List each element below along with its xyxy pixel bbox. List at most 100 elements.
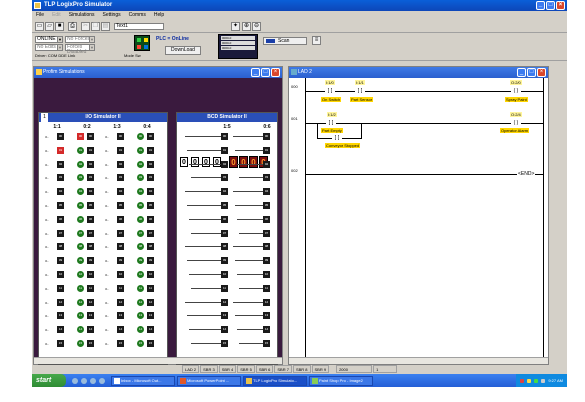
task-logixpro[interactable]: TLP LogixPro Simulato...	[243, 375, 307, 386]
input-toggle-switch[interactable]: o-	[45, 203, 52, 209]
input-toggle-switch[interactable]: o-	[45, 134, 52, 140]
bcd-input-lamp[interactable]: 09	[221, 257, 228, 265]
ladder-maximize-button[interactable]: □	[527, 68, 536, 77]
tab-sbr6[interactable]: SBR 6	[255, 365, 274, 373]
input-toggle-switch[interactable]: o-	[105, 203, 112, 209]
bcd-input-lamp[interactable]: 03	[221, 174, 228, 182]
plc-mode-switch-icon[interactable]	[134, 35, 150, 51]
forces-disabled-select[interactable]: Forces Disabled ▼	[65, 44, 95, 55]
zoom-in-icon[interactable]: ⊕	[242, 22, 251, 31]
save-icon[interactable]: ■	[55, 22, 64, 31]
desktop-icon[interactable]	[90, 377, 96, 384]
input-toggle-switch[interactable]: o-	[45, 272, 52, 278]
bcd-input-lamp[interactable]: 14	[221, 326, 228, 334]
new-file-icon[interactable]: ▭	[35, 22, 44, 31]
bcd-input-lamp[interactable]: 12	[221, 298, 228, 306]
tab-sbr5[interactable]: SBR 5	[237, 365, 255, 373]
start-button[interactable]: start	[32, 374, 66, 387]
outlook-icon[interactable]	[81, 377, 87, 384]
menu-edit[interactable]: Edit	[52, 11, 61, 19]
profim-maximize-button[interactable]: □	[261, 68, 270, 77]
input-toggle-switch[interactable]: o-	[105, 272, 112, 278]
input-toggle-switch[interactable]: o-	[45, 341, 52, 347]
input-toggle-switch[interactable]: o-	[105, 341, 112, 347]
xic-contact[interactable]: ] [	[325, 88, 335, 94]
copy-icon[interactable]: ❐	[91, 22, 100, 31]
input-toggle-switch[interactable]: o-	[45, 217, 52, 223]
paste-icon[interactable]: ▤	[101, 22, 110, 31]
bcd-input-lamp[interactable]: 15	[221, 340, 228, 347]
task-outlook[interactable]: Inbox - Microsoft Out...	[111, 375, 175, 386]
menu-simulations[interactable]: Simulations	[69, 11, 95, 19]
tab-sbr4[interactable]: SBR 4	[218, 365, 237, 373]
menu-file[interactable]: File	[36, 11, 44, 19]
menu-help[interactable]: Help	[154, 11, 164, 19]
input-toggle-switch[interactable]: o-	[105, 313, 112, 319]
profim-minimize-button[interactable]: _	[251, 68, 260, 77]
bcd-input-lamp[interactable]: 06	[221, 215, 228, 223]
ote-coil[interactable]: ( )	[511, 88, 521, 94]
ladder-minimize-button[interactable]: _	[517, 68, 526, 77]
input-toggle-switch[interactable]: o-	[105, 175, 112, 181]
media-icon[interactable]	[99, 377, 105, 384]
input-toggle-switch[interactable]: o-	[105, 162, 112, 168]
ote-coil[interactable]: ( )	[511, 120, 521, 126]
bcd-input-lamp[interactable]: 07	[221, 229, 228, 237]
input-toggle-switch[interactable]: o-	[105, 231, 112, 237]
input-toggle-switch[interactable]: o-	[105, 134, 112, 140]
bcd-input-digit[interactable]: 0	[191, 157, 199, 167]
input-toggle-switch[interactable]: o-	[45, 313, 52, 319]
bcd-input-lamp[interactable]: 13	[221, 312, 228, 320]
scan-control[interactable]: Scan	[263, 37, 307, 45]
task-paintshop[interactable]: Paint Shop Pro - Image2	[309, 375, 373, 386]
input-toggle-switch[interactable]: o-	[45, 286, 52, 292]
input-toggle-switch[interactable]: o-	[105, 258, 112, 264]
bcd-input-lamp[interactable]: 02	[221, 160, 228, 168]
menu-comms[interactable]: Comms	[129, 11, 146, 19]
zoom-out-icon[interactable]: ⊖	[252, 22, 261, 31]
tray-icon[interactable]	[520, 378, 525, 383]
bcd-input-digit[interactable]: 0	[202, 157, 210, 167]
input-toggle-switch[interactable]: o-	[105, 327, 112, 333]
download-button[interactable]: DownLoad	[165, 46, 201, 55]
bcd-input-digit[interactable]: 0	[213, 157, 221, 167]
bcd-input-lamp[interactable]: 00	[221, 133, 228, 140]
print-icon[interactable]: ⎙	[68, 22, 77, 31]
tray-icon[interactable]	[541, 378, 546, 383]
forces-select[interactable]: No Forces ▼	[65, 36, 95, 43]
profim-close-button[interactable]: ×	[271, 68, 280, 77]
ie-icon[interactable]	[72, 377, 78, 384]
tab-sbr9[interactable]: SBR 9	[311, 365, 330, 373]
scan-step-icon[interactable]: ≡	[312, 36, 321, 45]
tab-sbr3[interactable]: SBR 3	[200, 365, 218, 373]
cut-icon[interactable]: ✂	[81, 22, 90, 31]
edits-select[interactable]: No Edits ▼	[35, 44, 63, 51]
bcd-input-lamp[interactable]: 10	[221, 271, 228, 278]
ladder-close-button[interactable]: ×	[537, 68, 546, 77]
ladder-editor[interactable]: 000 I:1/0 ] [ On Switch I:1/1 ] [ Part S…	[289, 78, 548, 357]
input-toggle-switch[interactable]: o-	[105, 148, 112, 154]
minimize-button[interactable]: _	[536, 1, 545, 10]
tray-icon[interactable]	[534, 378, 539, 383]
input-toggle-switch[interactable]: o-	[45, 327, 52, 333]
task-powerpoint[interactable]: Microsoft PowerPoint ...	[177, 375, 241, 386]
input-toggle-switch[interactable]: o-	[45, 175, 52, 181]
bcd-input-digit[interactable]: 0	[180, 157, 188, 167]
online-mode-select[interactable]: ONLINE ▼	[35, 36, 63, 43]
tab-sbr8[interactable]: SBR 8	[292, 365, 311, 373]
tab-sbr7[interactable]: SBR 7	[274, 365, 292, 373]
input-toggle-switch[interactable]: o-	[45, 244, 52, 250]
open-file-icon[interactable]: ▱	[45, 22, 54, 31]
menu-settings[interactable]: Settings	[103, 11, 121, 19]
bcd-input-lamp[interactable]: 05	[221, 202, 228, 209]
bcd-input-lamp[interactable]: 08	[221, 243, 228, 251]
maximize-button[interactable]: □	[546, 1, 555, 10]
input-toggle-switch[interactable]: o-	[105, 217, 112, 223]
close-button[interactable]: ×	[556, 1, 565, 10]
input-toggle-switch[interactable]: o-	[105, 286, 112, 292]
xic-contact[interactable]: ] [	[326, 120, 336, 126]
tab-lad2[interactable]: LAD 2	[182, 365, 200, 373]
xic-contact[interactable]: ] [	[355, 88, 365, 94]
input-toggle-switch[interactable]: o-	[45, 162, 52, 168]
input-toggle-switch[interactable]: o-	[105, 300, 112, 306]
